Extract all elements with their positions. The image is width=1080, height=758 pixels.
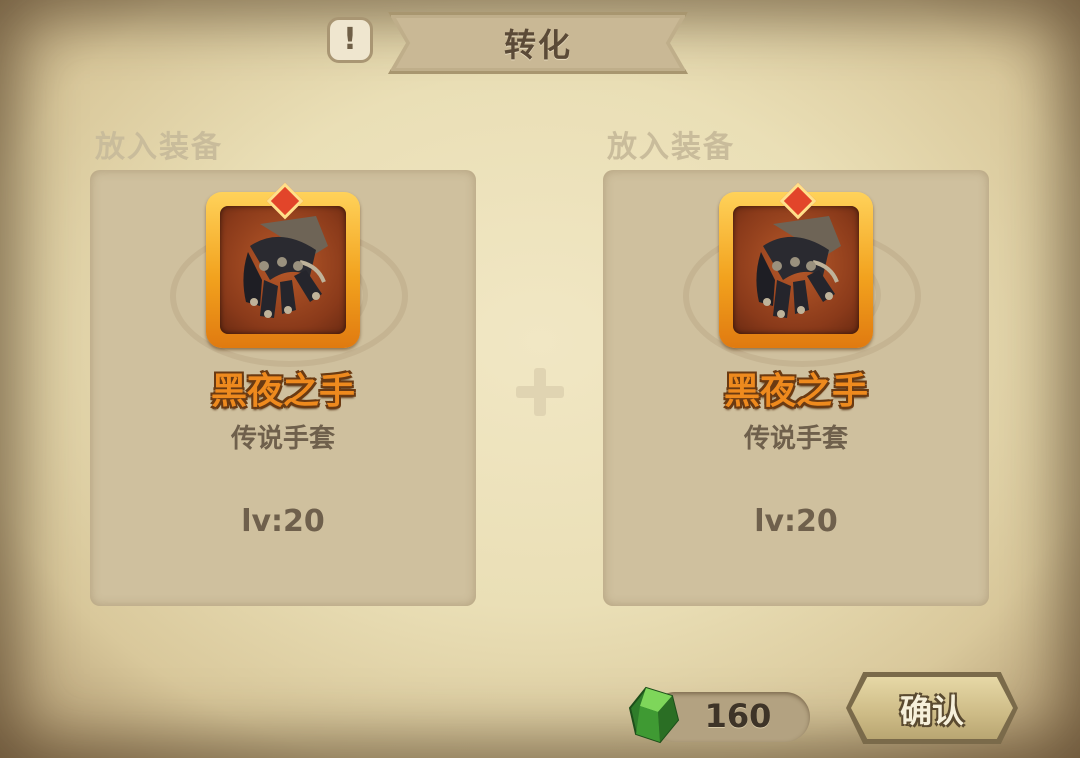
confirm-button[interactable]: 确认: [846, 672, 1018, 744]
cost-value: 160: [704, 697, 772, 735]
plus-icon: [516, 368, 564, 416]
slot-label-right: 放入装备: [607, 130, 735, 165]
green-crystal-icon: [628, 686, 680, 744]
equipment-slot-right[interactable]: 黑夜之手 传说手套 lv:20: [603, 170, 989, 606]
item-type: 传说手套: [230, 424, 335, 454]
equipment-slot-left[interactable]: 黑夜之手 传说手套 lv:20: [90, 170, 476, 606]
slot-label-left: 放入装备: [95, 130, 223, 165]
info-button[interactable]: !: [327, 17, 373, 63]
item-name: 黑夜之手: [723, 371, 868, 412]
item-type: 传说手套: [743, 424, 848, 454]
item-name: 黑夜之手: [210, 371, 355, 412]
exclamation-icon: !: [343, 22, 357, 57]
black-gauntlet-icon: [243, 216, 328, 318]
item-level: lv:20: [754, 504, 838, 539]
item-icon-frame[interactable]: [206, 182, 360, 348]
confirm-label: 确认: [899, 692, 964, 730]
black-gauntlet-icon: [756, 216, 841, 318]
page-title: 转化: [503, 26, 572, 64]
item-icon-frame[interactable]: [719, 182, 873, 348]
item-level: lv:20: [241, 504, 325, 539]
